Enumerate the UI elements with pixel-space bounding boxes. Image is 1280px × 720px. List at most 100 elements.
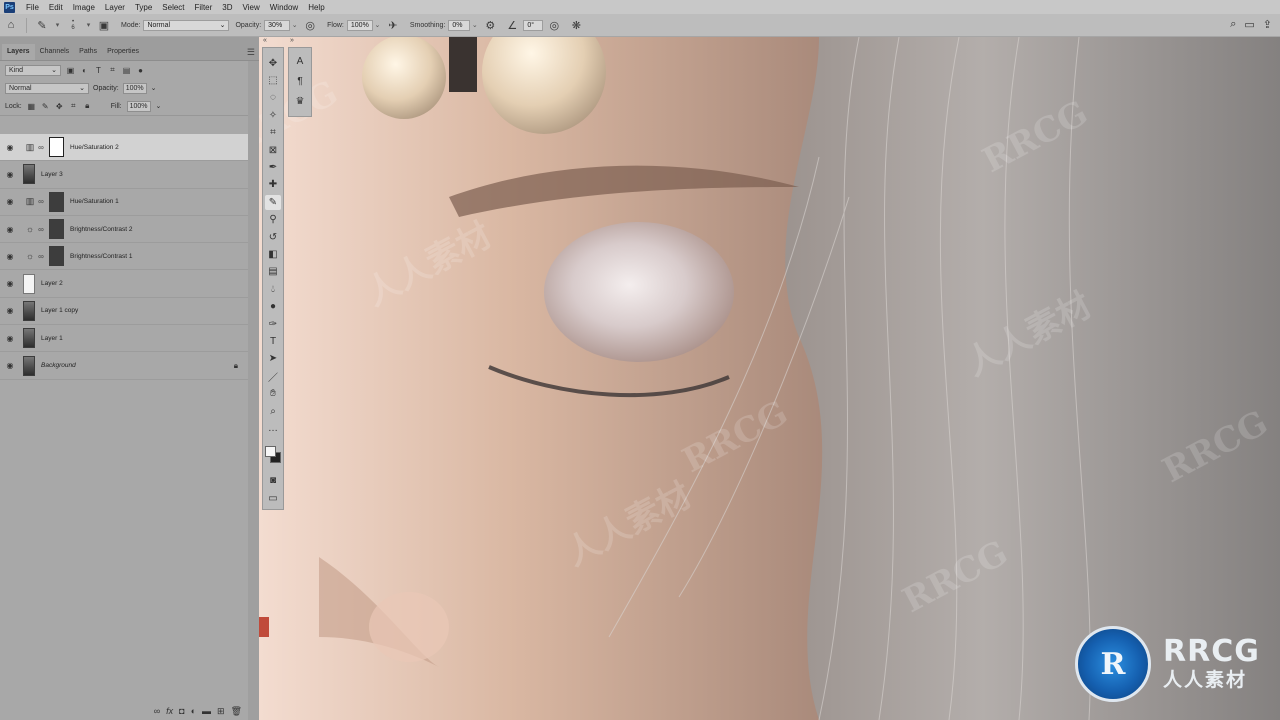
tab-properties[interactable]: Properties (102, 44, 144, 60)
crop-tool-icon[interactable]: ⌗ (265, 126, 281, 140)
panel-menu-icon[interactable]: ☰ (247, 47, 255, 58)
menu-window[interactable]: Window (265, 3, 303, 12)
link-icon[interactable]: ∞ (36, 252, 46, 261)
move-tool-icon[interactable]: ✥ (265, 56, 281, 70)
layer-thumbnail[interactable] (23, 300, 35, 321)
brush-picker-caret[interactable]: ▾ (84, 20, 93, 31)
lock-position-icon[interactable]: ✥ (55, 102, 64, 111)
brush-tool-icon[interactable]: ✎ (35, 18, 49, 32)
panel-scrollbar[interactable] (248, 61, 259, 720)
layer-row-background[interactable]: ◉ Background 🔒︎ (0, 352, 248, 380)
link-icon[interactable]: ∞ (36, 197, 46, 206)
document-canvas[interactable]: RRCG RRCG RRCG RRCG RRCG 人人素材 人人素材 人人素材 (259, 37, 1280, 720)
layer-thumbnail[interactable] (23, 164, 35, 185)
eye-icon[interactable]: ◉ (0, 143, 20, 152)
tab-paths[interactable]: Paths (74, 44, 102, 60)
lock-all-icon[interactable]: 🔒︎ (83, 101, 92, 111)
fx-icon[interactable]: fx (166, 706, 173, 716)
lock-pixels-icon[interactable]: ✎ (41, 102, 50, 111)
menu-view[interactable]: View (238, 3, 265, 12)
layer-row-brightness-contrast-2[interactable]: ◉ ☼ ∞ Brightness/Contrast 2 (0, 216, 248, 244)
menu-select[interactable]: Select (157, 3, 189, 12)
trash-icon[interactable]: 🗑︎ (231, 706, 242, 717)
blend-mode-select[interactable]: Normal ⌄ (5, 82, 89, 94)
tool-preset-caret[interactable]: ▾ (53, 20, 62, 31)
flow-caret[interactable]: ⌄ (373, 20, 382, 31)
hand-tool-icon[interactable]: ✋︎ (265, 386, 281, 400)
workspace-icon[interactable]: ▭ (1244, 18, 1254, 31)
new-layer-icon[interactable]: ⊞ (217, 706, 225, 717)
character-panel-icon[interactable]: A (293, 54, 307, 68)
menu-layer[interactable]: Layer (100, 3, 130, 12)
blur-tool-icon[interactable]: 💧︎ (265, 282, 281, 296)
symmetry-icon[interactable]: ❋ (569, 18, 583, 32)
layer-name[interactable]: Hue/Saturation 1 (70, 198, 119, 205)
smoothing-caret[interactable]: ⌄ (470, 20, 479, 31)
new-group-icon[interactable]: ▬ (202, 706, 211, 716)
layer-row-hue-saturation-2[interactable]: ◉ ▥ ∞ Hue/Saturation 2 (0, 134, 248, 162)
layer-name[interactable]: Layer 1 copy (41, 307, 78, 314)
share-icon[interactable]: ⇪ (1263, 18, 1272, 31)
filter-kind-select[interactable]: Kind ⌄ (5, 64, 61, 76)
layer-name[interactable]: Brightness/Contrast 2 (70, 226, 133, 233)
healing-brush-tool-icon[interactable]: ✚ (265, 178, 281, 192)
eyedropper-tool-icon[interactable]: ✒ (265, 160, 281, 174)
eye-icon[interactable]: ◉ (0, 170, 20, 179)
layer-name[interactable]: Layer 3 (41, 171, 63, 178)
menu-type[interactable]: Type (130, 3, 157, 12)
layer-row-layer-1-copy[interactable]: ◉ Layer 1 copy (0, 298, 248, 326)
menu-3d[interactable]: 3D (217, 3, 237, 12)
marquee-tool-icon[interactable]: ⬚ (265, 73, 281, 87)
layer-name[interactable]: Background (41, 362, 76, 369)
menu-image[interactable]: Image (68, 3, 100, 12)
lasso-tool-icon[interactable]: ◌ (265, 91, 281, 105)
layer-thumbnail[interactable] (23, 328, 35, 349)
opacity-caret[interactable]: ⌄ (290, 20, 299, 31)
smoothing-field[interactable]: 0% (448, 19, 471, 31)
layer-mask-thumbnail[interactable] (49, 137, 64, 158)
layer-row-layer-1[interactable]: ◉ Layer 1 (0, 325, 248, 353)
history-brush-tool-icon[interactable]: ↺ (265, 230, 281, 244)
eye-icon[interactable]: ◉ (0, 361, 20, 370)
chevron-down-icon[interactable]: ⌄ (156, 102, 162, 110)
dodge-tool-icon[interactable]: ● (265, 299, 281, 313)
gradient-tool-icon[interactable]: ▤ (265, 265, 281, 279)
eye-icon[interactable]: ◉ (0, 252, 20, 261)
eye-icon[interactable]: ◉ (0, 225, 20, 234)
color-swatches[interactable] (264, 445, 282, 465)
mode-select[interactable]: Normal ⌄ (143, 19, 230, 31)
flow-field[interactable]: 100% (346, 19, 373, 31)
layer-row-layer-2[interactable]: ◉ Layer 2 (0, 270, 248, 298)
link-icon[interactable]: ∞ (36, 225, 46, 234)
collapse-left-icon[interactable]: « (263, 37, 267, 44)
eye-icon[interactable]: ◉ (0, 306, 20, 315)
lock-transparency-icon[interactable]: ▦ (27, 102, 36, 111)
search-icon[interactable]: ⌕ (1230, 18, 1236, 31)
screen-mode-icon[interactable]: ▭ (265, 491, 281, 505)
foreground-color-swatch[interactable] (265, 445, 276, 457)
menu-file[interactable]: File (21, 3, 44, 12)
chevron-down-icon[interactable]: ⌄ (151, 84, 157, 92)
layer-opacity-field[interactable]: 100% (122, 82, 147, 94)
magic-wand-tool-icon[interactable]: ✧ (265, 108, 281, 122)
clone-stamp-tool-icon[interactable]: ⚲ (265, 213, 281, 227)
gear-icon[interactable]: ⚙ (483, 18, 497, 32)
layer-mask-thumbnail[interactable] (49, 246, 64, 267)
path-selection-tool-icon[interactable]: ➤ (265, 352, 281, 366)
menu-edit[interactable]: Edit (44, 3, 68, 12)
brush-preset-picker[interactable]: • 6 (66, 18, 80, 32)
layer-mask-thumbnail[interactable] (49, 191, 64, 212)
airbrush-icon[interactable]: ✈ (386, 18, 400, 32)
eye-icon[interactable]: ◉ (0, 197, 20, 206)
quick-mask-icon[interactable]: ◙ (265, 474, 281, 488)
brush-tool-icon[interactable]: ✎ (265, 195, 281, 210)
link-layers-icon[interactable]: ∞ (154, 706, 160, 716)
pressure-opacity-icon[interactable]: ◎ (303, 18, 317, 32)
lock-artboard-icon[interactable]: ⌗ (69, 101, 78, 111)
more-tools-icon[interactable]: … (265, 421, 281, 435)
eraser-tool-icon[interactable]: ◧ (265, 247, 281, 261)
shape-filter-icon[interactable]: ⌗ (108, 65, 117, 75)
layer-thumbnail[interactable] (23, 355, 35, 376)
layer-row-layer-3[interactable]: ◉ Layer 3 (0, 161, 248, 189)
layer-name[interactable]: Hue/Saturation 2 (70, 144, 119, 151)
